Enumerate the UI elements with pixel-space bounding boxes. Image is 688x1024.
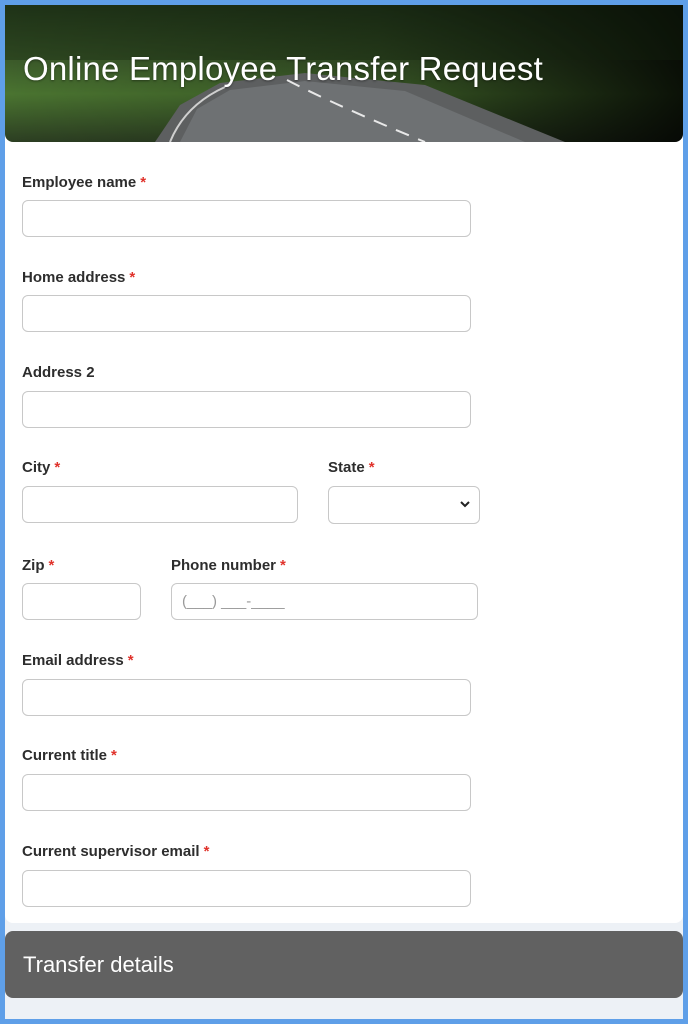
address2-label: Address 2 [22,364,95,381]
state-label-text: State [328,459,365,476]
chevron-down-icon [460,501,470,508]
email-input[interactable] [22,679,471,716]
current-title-input[interactable] [22,774,471,811]
employee-name-input[interactable] [22,200,471,237]
supervisor-email-label-text: Current supervisor email [22,843,200,860]
city-label-text: City [22,459,51,476]
current-title-label-text: Current title [22,747,108,764]
required-marker: * [54,459,61,476]
employee-name-label: Employee name * [22,174,146,191]
phone-label-text: Phone number [171,557,277,574]
address2-label-text: Address 2 [22,364,95,381]
required-marker: * [280,557,286,574]
phone-label: Phone number * [171,557,286,574]
page-title: Online Employee Transfer Request [23,50,543,87]
employee-name-label-text: Employee name [22,174,137,191]
required-marker: * [203,843,210,860]
home-address-label: Home address * [22,269,135,286]
current-title-label: Current title * [22,747,117,764]
home-address-label-text: Home address [22,269,126,286]
supervisor-email-input[interactable] [22,870,471,907]
email-label: Email address * [22,652,134,669]
supervisor-email-label: Current supervisor email * [22,843,209,860]
form-frame: Online Employee Transfer Request Employe… [5,5,683,1019]
state-label: State * [328,459,375,476]
zip-input[interactable] [22,583,141,620]
home-address-input[interactable] [22,295,471,332]
section-title: Transfer details [23,952,174,977]
transfer-details-section: Transfer details [5,931,683,998]
required-marker: * [111,747,117,764]
required-marker: * [129,269,136,286]
phone-placeholder: (___) ___-____ [182,593,285,610]
state-select[interactable] [328,486,480,524]
zip-label-text: Zip [22,557,45,574]
city-label: City * [22,459,60,476]
header-banner: Online Employee Transfer Request [5,5,683,142]
phone-input[interactable]: (___) ___-____ [171,583,478,620]
required-marker: * [48,557,55,574]
form-card: Online Employee Transfer Request Employe… [5,5,683,923]
required-marker: * [127,652,134,669]
email-label-text: Email address [22,652,124,669]
required-marker: * [368,459,375,476]
address2-input[interactable] [22,391,471,428]
zip-label: Zip * [22,557,54,574]
city-input[interactable] [22,486,298,523]
required-marker: * [140,174,147,191]
